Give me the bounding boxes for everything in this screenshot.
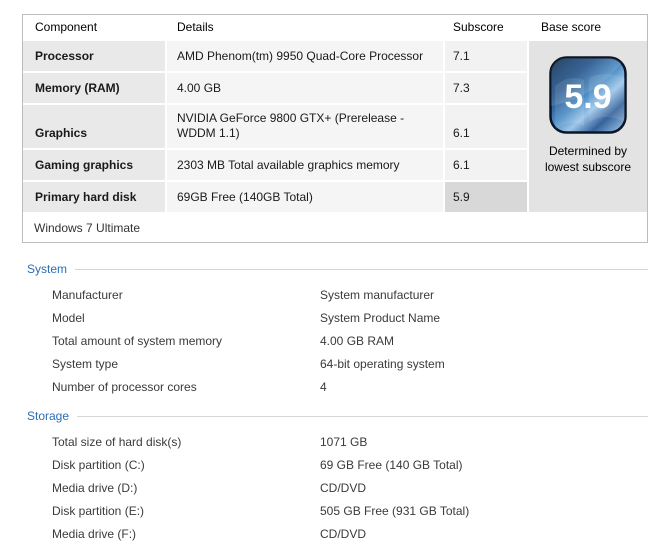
info-label: Media drive (F:) xyxy=(52,526,137,541)
info-label: System type xyxy=(52,356,119,371)
info-row-disk-partition-e: Disk partition (E:) 505 GB Free (931 GB … xyxy=(52,499,648,522)
info-label: Disk partition (C:) xyxy=(52,457,145,472)
component-cell-primary-hard-disk: Primary hard disk xyxy=(23,182,165,212)
column-header-subscore: Subscore xyxy=(445,15,527,39)
details-cell-memory: 4.00 GB xyxy=(167,73,443,103)
info-row-system-memory: Total amount of system memory 4.00 GB RA… xyxy=(52,329,648,352)
info-row-manufacturer: Manufacturer System manufacturer xyxy=(52,283,648,306)
base-score-caption: Determined by lowest subscore xyxy=(544,144,632,174)
subscore-cell-memory: 7.3 xyxy=(445,73,527,103)
section-title-storage: Storage xyxy=(27,409,70,423)
info-value: CD/DVD xyxy=(320,480,367,495)
section-divider xyxy=(75,268,648,270)
base-score-badge: 5.9 xyxy=(549,56,627,134)
info-value: System Product Name xyxy=(320,310,441,325)
section-system: System Manufacturer System manufacturer … xyxy=(22,261,648,398)
base-score-value: 5.9 xyxy=(564,78,611,116)
column-header-component: Component xyxy=(23,15,165,39)
info-value: 505 GB Free (931 GB Total) xyxy=(320,503,470,518)
section-title-system: System xyxy=(27,262,68,276)
info-label: Media drive (D:) xyxy=(52,480,138,495)
component-cell-gaming-graphics: Gaming graphics xyxy=(23,150,165,180)
subscore-cell-processor: 7.1 xyxy=(445,41,527,71)
component-cell-processor: Processor xyxy=(23,41,165,71)
info-row-total-disk-size: Total size of hard disk(s) 1071 GB xyxy=(52,430,648,453)
info-label: Manufacturer xyxy=(52,287,123,302)
info-label: Total size of hard disk(s) xyxy=(52,434,182,449)
info-value: System manufacturer xyxy=(320,287,435,302)
info-label: Total amount of system memory xyxy=(52,333,223,348)
info-value: 4.00 GB RAM xyxy=(320,333,395,348)
details-cell-graphics: NVIDIA GeForce 9800 GTX+ (Prerelease - W… xyxy=(167,105,443,148)
subscore-cell-primary-hard-disk: 5.9 xyxy=(445,182,527,212)
component-cell-graphics: Graphics xyxy=(23,105,165,148)
info-row-system-type: System type 64-bit operating system xyxy=(52,352,648,375)
info-value: 4 xyxy=(320,379,327,394)
details-cell-processor: AMD Phenom(tm) 9950 Quad-Core Processor xyxy=(167,41,443,71)
info-value: CD/DVD xyxy=(320,526,367,541)
info-label: Number of processor cores xyxy=(52,379,197,394)
details-cell-primary-hard-disk: 69GB Free (140GB Total) xyxy=(167,182,443,212)
component-cell-memory: Memory (RAM) xyxy=(23,73,165,103)
info-value: 69 GB Free (140 GB Total) xyxy=(320,457,463,472)
info-label: Model xyxy=(52,310,85,325)
details-cell-gaming-graphics: 2303 MB Total available graphics memory xyxy=(167,150,443,180)
info-label: Disk partition (E:) xyxy=(52,503,145,518)
info-row-processor-cores: Number of processor cores 4 xyxy=(52,375,648,398)
wei-score-table: Component Details Subscore Base score Pr… xyxy=(22,14,648,243)
info-row-model: Model System Product Name xyxy=(52,306,648,329)
section-divider xyxy=(77,415,648,417)
subscore-cell-graphics: 6.1 xyxy=(445,105,527,148)
base-score-panel: 5.9 Determined by lowest subscore xyxy=(529,41,647,212)
info-row-media-drive-f: Media drive (F:) CD/DVD xyxy=(52,522,648,545)
info-row-media-drive-d: Media drive (D:) CD/DVD xyxy=(52,476,648,499)
info-value: 64-bit operating system xyxy=(320,356,445,371)
info-value: 1071 GB xyxy=(320,434,368,449)
subscore-cell-gaming-graphics: 6.1 xyxy=(445,150,527,180)
column-header-base-score: Base score xyxy=(529,15,647,39)
windows-edition-label: Windows 7 Ultimate xyxy=(23,214,647,242)
column-header-details: Details xyxy=(167,15,443,39)
info-row-disk-partition-c: Disk partition (C:) 69 GB Free (140 GB T… xyxy=(52,453,648,476)
section-storage: Storage Total size of hard disk(s) 1071 … xyxy=(22,408,648,545)
